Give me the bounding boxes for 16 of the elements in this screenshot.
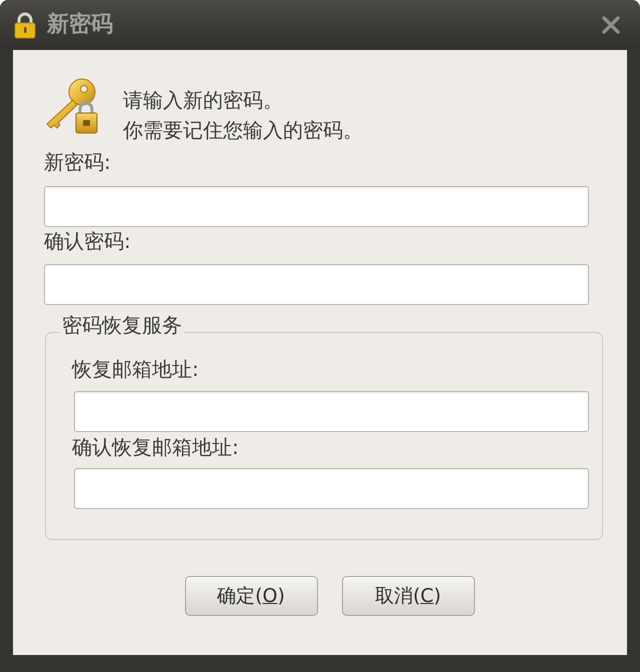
password-field[interactable]: [44, 264, 589, 305]
message-text: 你需要记住您输入的密码。: [123, 117, 363, 144]
close-icon[interactable]: [600, 14, 622, 36]
padlock-icon: [14, 12, 36, 38]
field-label: 恢复邮箱地址:: [72, 358, 200, 380]
cancel-button[interactable]: 取消(C): [342, 576, 474, 616]
field-label: 确认密码:: [44, 230, 132, 252]
window-title: 新密码: [47, 11, 114, 39]
email-field[interactable]: [74, 391, 589, 432]
field-label: 确认恢复邮箱地址:: [72, 436, 240, 458]
field-label: 新密码:: [44, 151, 112, 173]
email-field[interactable]: [74, 468, 589, 509]
ok-button[interactable]: 确定(O): [184, 576, 318, 616]
message-text: 请输入新的密码。: [123, 87, 284, 114]
group-title: 密码恢复服务: [62, 313, 182, 337]
password-field[interactable]: [44, 186, 589, 227]
